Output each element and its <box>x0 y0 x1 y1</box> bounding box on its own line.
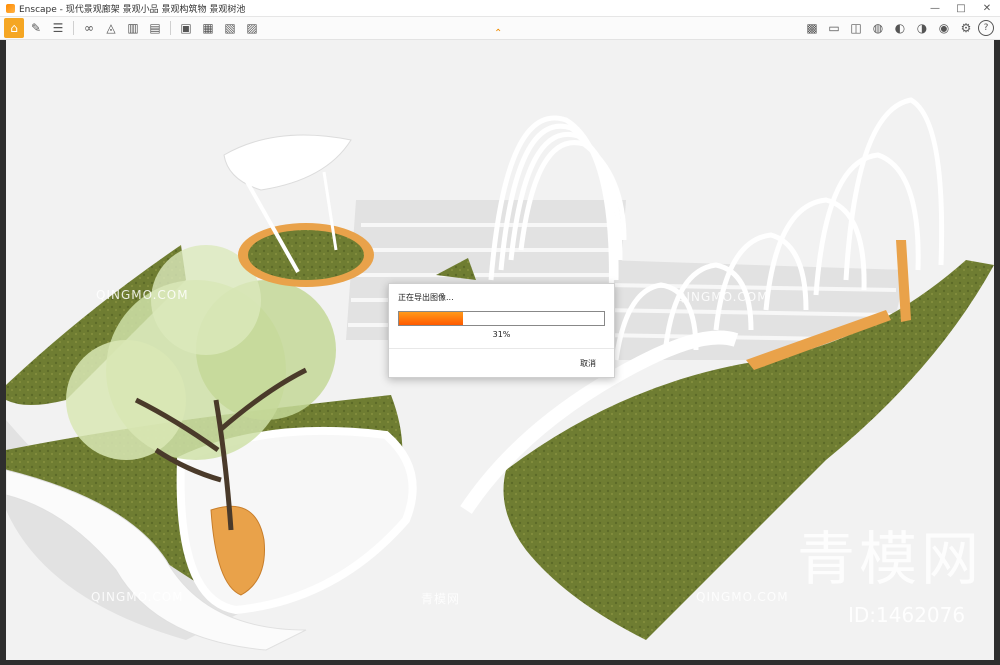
buildings-icon[interactable]: ▥ <box>123 18 143 38</box>
window-frame-right <box>994 40 1000 665</box>
watermark-text: QINGMO.COM <box>676 290 769 304</box>
help-icon[interactable]: ? <box>978 20 994 36</box>
collapse-toolbar-chevron-icon[interactable]: ⌃ <box>494 28 502 39</box>
dialog-divider <box>389 348 614 349</box>
clapperboard-icon[interactable]: ▤ <box>145 18 165 38</box>
export-progress-dialog: 正在导出图像... 31% 取消 <box>388 283 615 378</box>
vr-icon[interactable]: ◑ <box>912 18 932 38</box>
watermark-id: ID:1462076 <box>848 603 966 627</box>
window-frame-bottom <box>0 660 1000 665</box>
toolbar-divider <box>73 21 74 35</box>
batch-export-icon[interactable]: ▦ <box>198 18 218 38</box>
minimize-button[interactable]: — <box>922 0 948 16</box>
export-video-icon[interactable]: ▧ <box>220 18 240 38</box>
progress-percent: 31% <box>492 330 511 339</box>
gear-icon[interactable]: ⚙ <box>956 18 976 38</box>
export-image-icon[interactable]: ▣ <box>176 18 196 38</box>
map-pin-icon[interactable]: ◬ <box>101 18 121 38</box>
cube-icon[interactable]: ◫ <box>846 18 866 38</box>
list-icon[interactable]: ☰ <box>48 18 68 38</box>
maximize-button[interactable]: □ <box>948 0 974 16</box>
progress-fill <box>399 312 463 325</box>
screenshot-icon[interactable]: ▭ <box>824 18 844 38</box>
home-icon[interactable]: ⌂ <box>4 18 24 38</box>
enscape-logo-icon <box>6 3 15 13</box>
window-frame-left <box>0 40 6 665</box>
dialog-title: 正在导出图像... <box>398 293 454 302</box>
watermark-text: QINGMO.COM <box>91 590 184 604</box>
binoculars-icon[interactable]: ∞ <box>79 18 99 38</box>
window-title: Enscape - 现代景观廊架 景观小品 景观构筑物 景观树池 <box>19 4 246 15</box>
watermark-text: QINGMO.COM <box>696 590 789 604</box>
pen-icon[interactable]: ✎ <box>26 18 46 38</box>
library-icon[interactable]: ▩ <box>802 18 822 38</box>
material-icon[interactable]: ◍ <box>868 18 888 38</box>
watermark-text: 青模网 <box>421 592 461 606</box>
watermark-logo-text: 青模网 <box>797 525 984 593</box>
toolbar-divider <box>170 21 171 35</box>
settings-icon[interactable]: ◐ <box>890 18 910 38</box>
export-progress-bar <box>398 311 605 326</box>
watermark-text: QINGMO.COM <box>96 288 189 302</box>
export-panorama-icon[interactable]: ▨ <box>242 18 262 38</box>
visibility-icon[interactable]: ◉ <box>934 18 954 38</box>
cancel-button[interactable]: 取消 <box>580 358 596 369</box>
title-bar: Enscape - 现代景观廊架 景观小品 景观构筑物 景观树池 — □ ✕ <box>0 0 1000 17</box>
close-button[interactable]: ✕ <box>974 0 1000 16</box>
